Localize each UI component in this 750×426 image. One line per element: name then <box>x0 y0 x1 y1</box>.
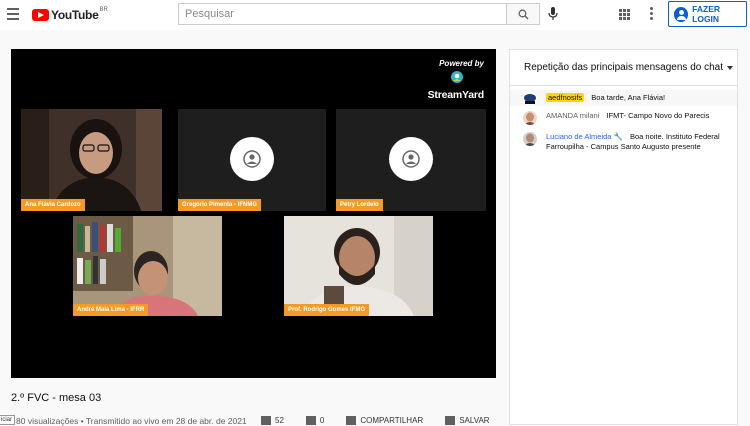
chat-message-list: aedfnosifs Boa tarde, Ana Flávia! AMANDA… <box>510 86 737 152</box>
user-placeholder-icon <box>243 150 261 168</box>
start-tag[interactable]: iciar <box>0 415 16 425</box>
participant-avatar <box>230 137 274 181</box>
youtube-logo[interactable]: YouTube BR <box>32 7 108 22</box>
chat-message[interactable]: Luciano de Almeida 🔧 Boa noite. Institut… <box>510 132 737 152</box>
search-icon <box>518 9 528 19</box>
participant-camera-feed <box>284 216 433 316</box>
participant-camera-feed <box>73 216 222 316</box>
login-button[interactable]: FAZER LOGIN <box>668 1 747 27</box>
search-button[interactable] <box>506 3 540 25</box>
logo-country: BR <box>99 7 108 13</box>
streamyard-logo-icon <box>451 71 463 83</box>
chat-message[interactable]: AMANDA milani IFMT- Campo Novo do Pareci… <box>510 111 737 127</box>
chat-header-label: Repetição das principais mensagens do ch… <box>524 62 724 73</box>
more-options-icon[interactable] <box>650 7 653 22</box>
chat-author[interactable]: AMANDA milani <box>546 111 599 120</box>
logo-text: YouTube <box>51 8 99 22</box>
menu-icon[interactable] <box>7 8 19 20</box>
save-button[interactable]: SALVAR <box>459 416 489 425</box>
video-player[interactable]: Powered by StreamYard Ana Flávia Cardozo… <box>11 49 496 378</box>
like-count[interactable]: 52 <box>275 416 284 425</box>
participant-name: Petry Lordelo <box>336 199 383 211</box>
participant-camera-feed <box>21 109 162 211</box>
share-icon[interactable] <box>346 416 357 425</box>
youtube-play-icon <box>32 9 49 21</box>
apps-grid-icon[interactable] <box>619 9 630 20</box>
participant-tile-3: Petry Lordelo <box>336 109 486 211</box>
share-button[interactable]: COMPARTILHAR <box>360 416 423 425</box>
search-bar: Pesquisar <box>178 3 540 25</box>
chat-avatar <box>523 132 537 146</box>
chat-message[interactable]: aedfnosifs Boa tarde, Ana Flávia! <box>510 90 737 106</box>
chat-text: Boa tarde, Ana Flávia! <box>591 93 666 102</box>
user-placeholder-icon <box>402 150 420 168</box>
participant-tile-5: Prof. Rodrigo Gomes IFMG <box>284 216 433 316</box>
video-actions: 52 0 COMPARTILHAR SALVAR <box>261 416 524 425</box>
participant-name: Ana Flávia Cardozo <box>21 199 85 211</box>
chat-avatar <box>523 92 537 106</box>
chat-panel: Repetição das principais mensagens do ch… <box>509 49 738 425</box>
microphone-icon[interactable] <box>548 7 558 21</box>
participant-tile-1: Ana Flávia Cardozo <box>21 109 162 211</box>
search-input[interactable]: Pesquisar <box>178 3 506 25</box>
video-title: 2.º FVC - mesa 03 <box>11 392 102 404</box>
powered-by-text: Powered by <box>439 59 484 68</box>
chat-author[interactable]: Luciano de Almeida 🔧 <box>546 132 623 141</box>
top-bar: YouTube BR Pesquisar FAZER LOGIN <box>0 0 750 30</box>
participant-avatar <box>389 137 433 181</box>
save-icon[interactable] <box>445 416 456 425</box>
participant-tile-4: André Maia Lima - IFRR <box>73 216 222 316</box>
streamyard-watermark: Powered by StreamYard <box>427 59 485 101</box>
login-label: FAZER LOGIN <box>692 4 721 24</box>
dropdown-caret-icon <box>727 65 734 70</box>
like-icon[interactable] <box>261 416 271 425</box>
dislike-count[interactable]: 0 <box>320 416 324 425</box>
participant-name: Prof. Rodrigo Gomes IFMG <box>284 304 370 316</box>
chat-text: IFMT- Campo Novo do Parecis <box>606 111 710 120</box>
participant-name: André Maia Lima - IFRR <box>73 304 149 316</box>
streamyard-brand-text: StreamYard <box>427 89 485 101</box>
chat-mode-dropdown[interactable]: Repetição das principais mensagens do ch… <box>510 50 737 86</box>
account-icon <box>674 6 689 22</box>
dislike-icon[interactable] <box>305 416 316 425</box>
participant-tile-2: Gregório Pimenta - IFNMG <box>178 109 326 211</box>
chat-author[interactable]: aedfnosifs <box>546 93 585 102</box>
participant-name: Gregório Pimenta - IFNMG <box>178 199 262 211</box>
chat-avatar <box>523 111 537 125</box>
